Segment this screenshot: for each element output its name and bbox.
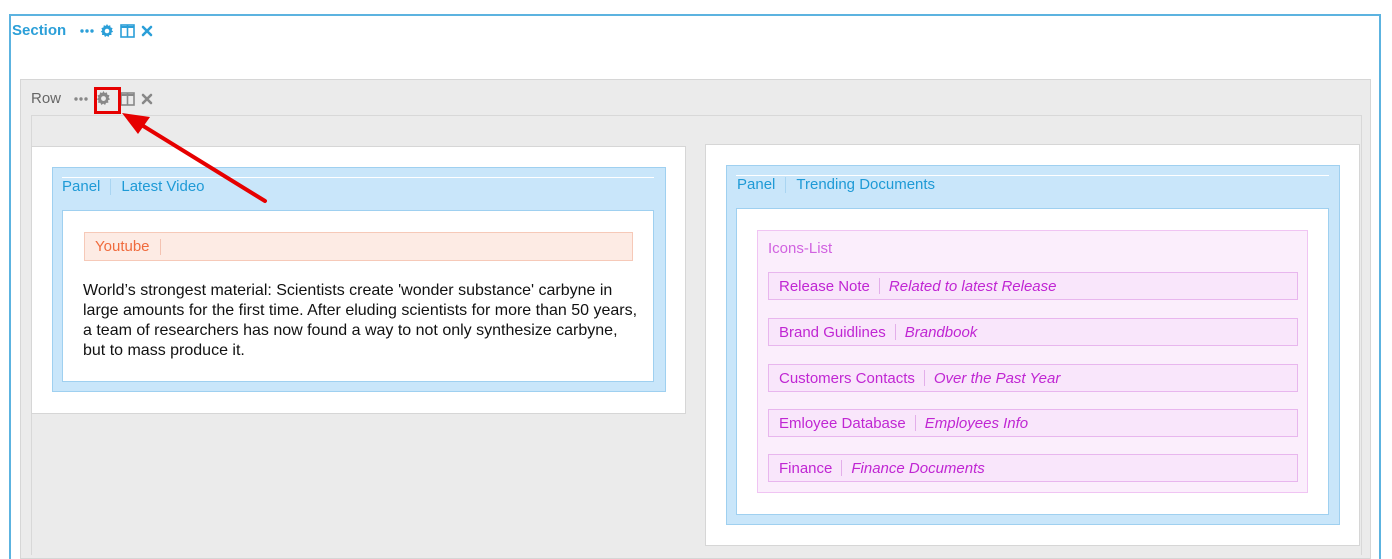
annotation-arrow: [122, 113, 267, 203]
